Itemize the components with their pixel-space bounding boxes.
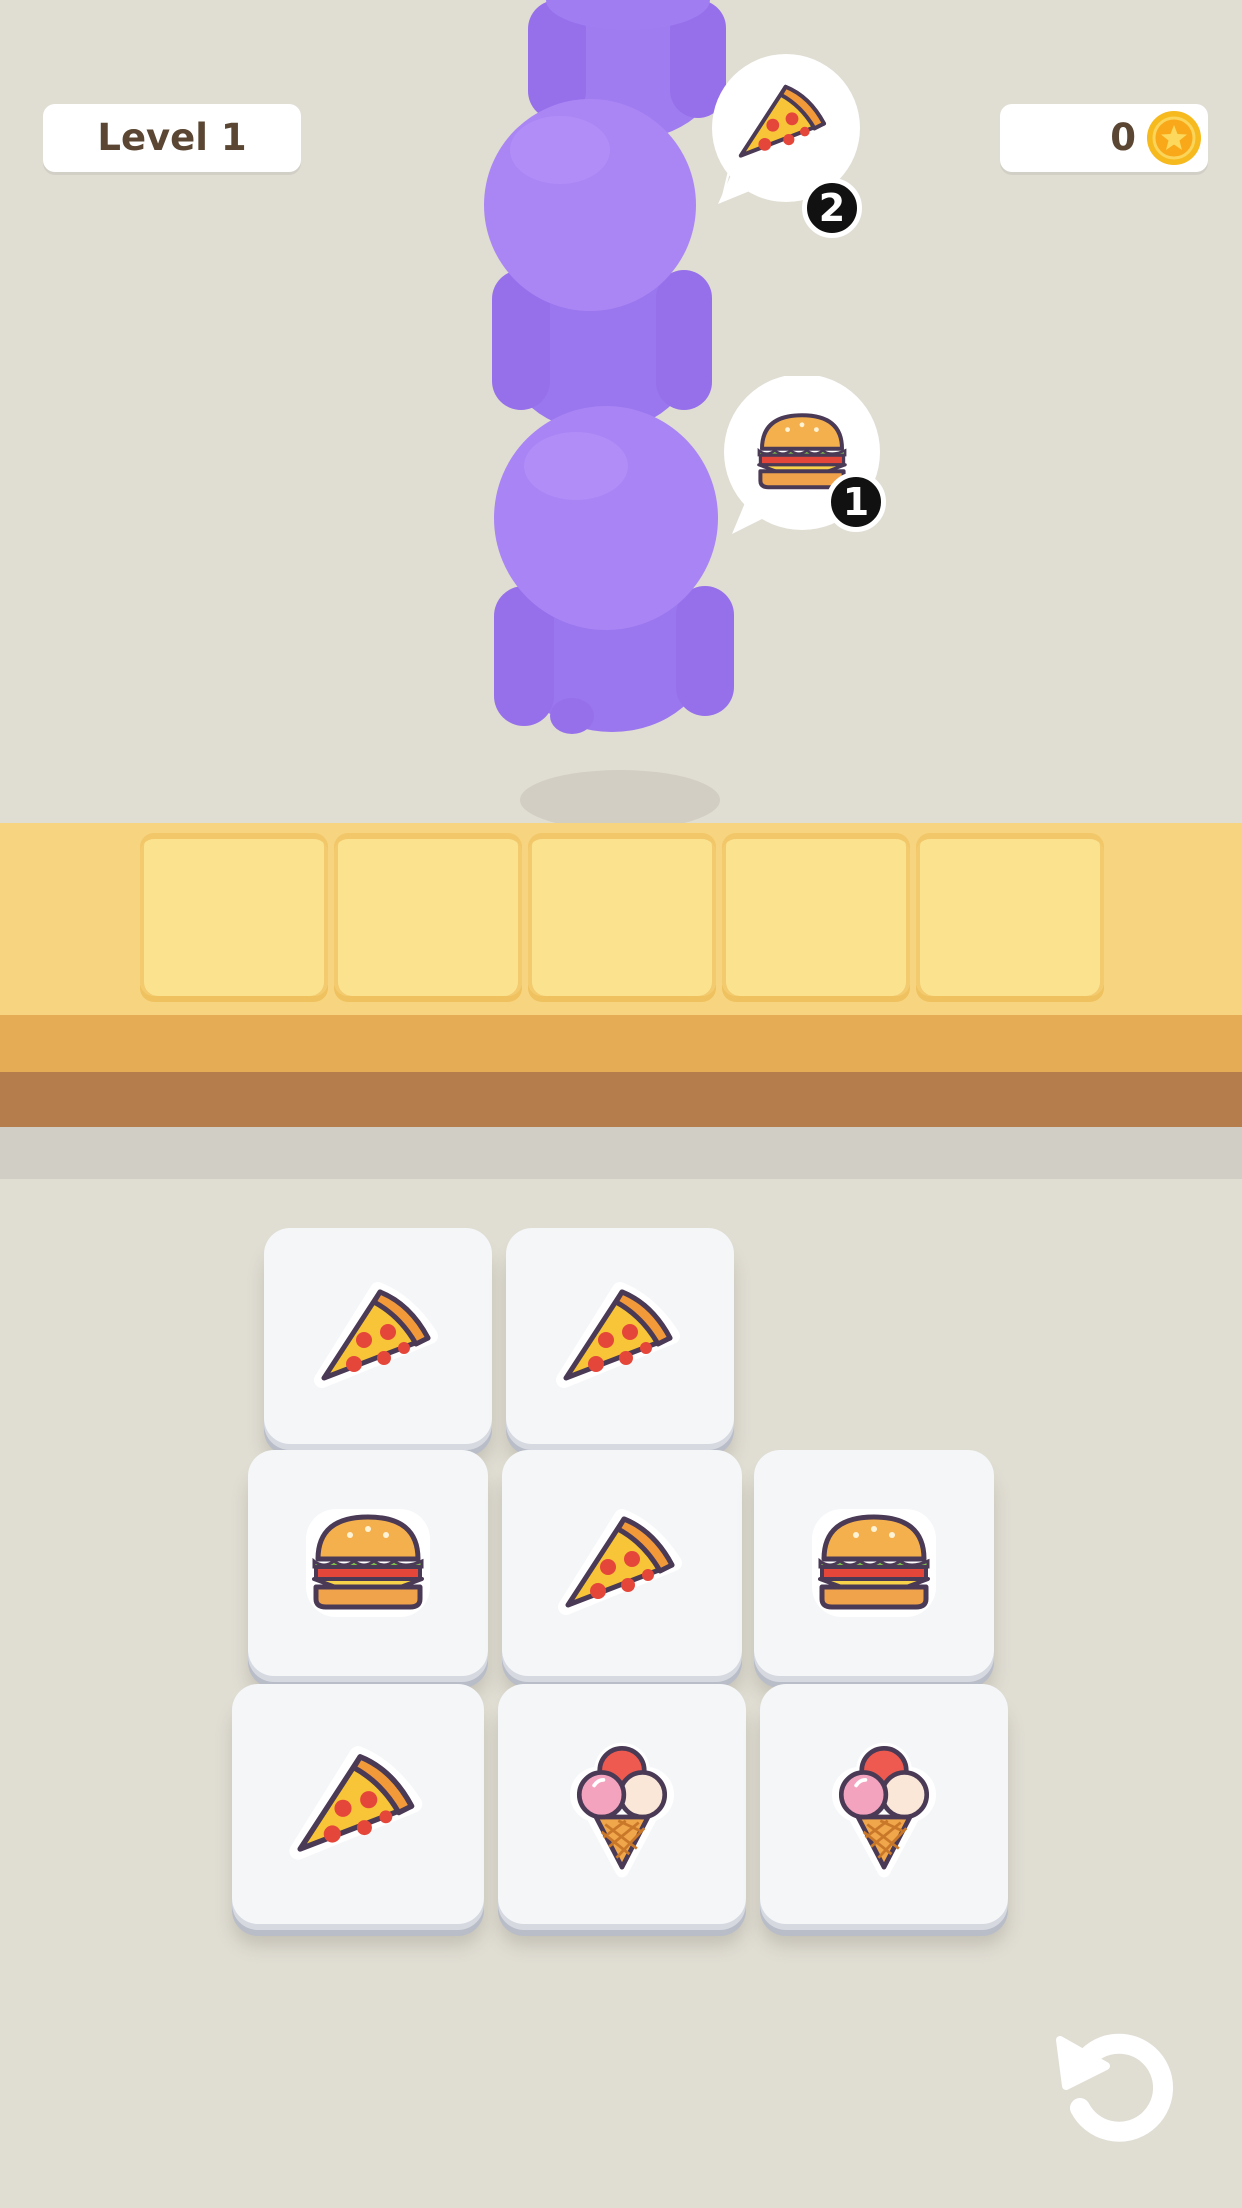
food-tile[interactable] xyxy=(502,1450,742,1676)
level-label: Level 1 xyxy=(97,116,247,159)
food-tile[interactable] xyxy=(760,1684,1008,1924)
tray-slot-5 xyxy=(916,833,1104,996)
burger-icon xyxy=(298,1503,438,1623)
food-tile[interactable] xyxy=(506,1228,734,1444)
tray-slot-1 xyxy=(140,833,328,996)
customer-1 xyxy=(494,406,734,830)
ice-cream-icon xyxy=(557,1729,687,1879)
pizza-icon xyxy=(283,1739,433,1869)
food-tile[interactable] xyxy=(232,1684,484,1924)
undo-icon xyxy=(1056,2033,1174,2142)
food-tile[interactable] xyxy=(498,1684,746,1924)
customer-2 xyxy=(484,99,712,432)
counter-shadow xyxy=(0,1127,1242,1179)
pizza-icon xyxy=(552,1503,692,1623)
order-bubble-2: 2 xyxy=(706,54,866,238)
tray-slot-3 xyxy=(528,833,716,996)
food-tile[interactable] xyxy=(248,1450,488,1676)
order-bubble-1: 1 xyxy=(722,374,886,536)
pizza-icon xyxy=(308,1276,448,1396)
queue-number-badge: 2 xyxy=(802,178,862,238)
counter-front xyxy=(0,1015,1242,1072)
coin-counter: 0 xyxy=(1000,104,1208,172)
pizza-icon xyxy=(550,1276,690,1396)
undo-button[interactable] xyxy=(1052,2024,1176,2148)
burger-icon xyxy=(804,1503,944,1623)
food-tile[interactable] xyxy=(754,1450,994,1676)
food-tile[interactable] xyxy=(264,1228,492,1444)
counter-base xyxy=(0,1072,1242,1127)
pizza-icon xyxy=(728,74,840,170)
queue-number-badge: 1 xyxy=(826,472,886,532)
coin-icon xyxy=(1147,111,1201,165)
coin-count: 0 xyxy=(1110,116,1136,159)
level-indicator: Level 1 xyxy=(43,104,301,172)
tray-slot-4 xyxy=(722,833,910,996)
ice-cream-icon xyxy=(819,1729,949,1879)
tray-slot-2 xyxy=(334,833,522,996)
